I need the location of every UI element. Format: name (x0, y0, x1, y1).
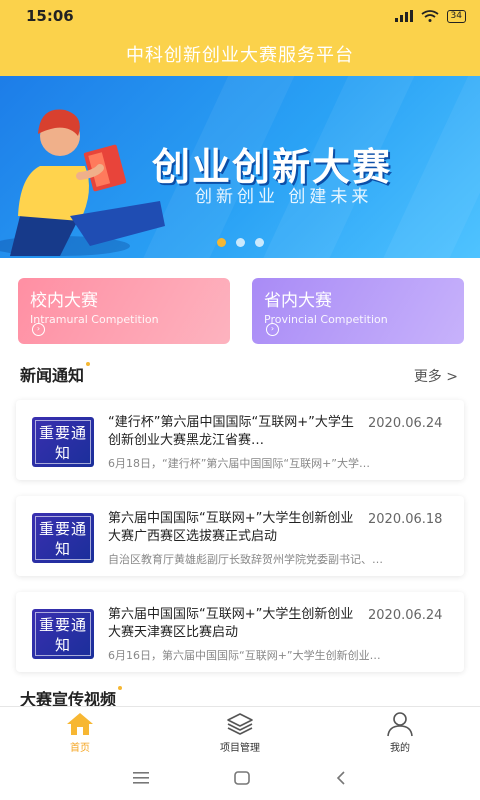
user-icon (387, 712, 413, 737)
back-icon[interactable] (334, 770, 348, 786)
tab-profile[interactable]: 我的 (320, 707, 480, 756)
arrow-circle-icon: › (266, 323, 279, 336)
news-item[interactable]: 重要通知 “建行杯”第六届中国国际“互联网+”大学生创新创业大赛黑龙江省赛… 2… (16, 400, 464, 480)
news-summary: 自治区教育厅黄雄彪副厅长致辞贺州学院党委副书记、… (108, 553, 383, 566)
tab-home[interactable]: 首页 (0, 707, 160, 756)
wifi-icon (421, 10, 439, 22)
badge-label: 重要通知 (35, 516, 91, 560)
news-title: 第六届中国国际“互联网+”大学生创新创业大赛广西赛区选拔赛正式启动 (108, 511, 354, 544)
banner-carousel[interactable]: 创业创新大赛 创新创业 创建未来 (0, 76, 480, 258)
status-time: 15:06 (26, 7, 74, 25)
competition-title: 省内大赛 (264, 291, 332, 311)
news-list: 重要通知 “建行杯”第六届中国国际“互联网+”大学生创新创业大赛黑龙江省赛… 2… (0, 386, 480, 672)
banner-subtitle: 创新创业 创建未来 (195, 187, 373, 207)
carousel-dot[interactable] (216, 238, 226, 247)
provincial-competition-card[interactable]: 省内大赛 Provincial Competition › (252, 278, 464, 344)
app-header: 中科创新创业大赛服务平台 (0, 32, 480, 76)
system-nav-bar (0, 756, 480, 800)
important-notice-badge: 重要通知 (32, 609, 94, 659)
video-section-title: 大赛宣传视频 (20, 686, 123, 706)
page-title: 中科创新创业大赛服务平台 (126, 45, 354, 66)
news-summary: 6月18日，“建行杯”第六届中国国际“互联网+”大学… (108, 457, 371, 470)
home-square-icon[interactable] (233, 770, 251, 786)
competition-cards: 校内大赛 Intramural Competition › 省内大赛 Provi… (0, 258, 480, 344)
news-item[interactable]: 重要通知 第六届中国国际“互联网+”大学生创新创业大赛天津赛区比赛启动 2020… (16, 592, 464, 672)
news-date: 2020.06.24 (368, 608, 443, 623)
news-section-title: 新闻通知 (20, 362, 91, 386)
tab-label: 我的 (390, 743, 410, 754)
news-title: 第六届中国国际“互联网+”大学生创新创业大赛天津赛区比赛启动 (108, 607, 354, 640)
important-notice-badge: 重要通知 (32, 513, 94, 563)
tab-project-management[interactable]: 项目管理 (160, 707, 320, 756)
status-bar: 15:06 34 (0, 0, 480, 32)
news-title: “建行杯”第六届中国国际“互联网+”大学生创新创业大赛黑龙江省赛… (108, 415, 354, 448)
competition-title: 校内大赛 (30, 291, 98, 311)
main-content: 校内大赛 Intramural Competition › 省内大赛 Provi… (0, 258, 480, 706)
signal-icon (394, 10, 413, 22)
layers-icon (227, 713, 253, 735)
tab-label: 项目管理 (220, 743, 260, 754)
important-notice-badge: 重要通知 (32, 417, 94, 467)
intramural-competition-card[interactable]: 校内大赛 Intramural Competition › (18, 278, 230, 344)
more-news-link[interactable]: 更多 > (414, 366, 458, 386)
news-item[interactable]: 重要通知 第六届中国国际“互联网+”大学生创新创业大赛广西赛区选拔赛正式启动 2… (16, 496, 464, 576)
competition-subtitle: Intramural Competition (30, 313, 159, 326)
tab-label: 首页 (70, 743, 90, 754)
battery-icon: 34 (446, 9, 466, 23)
badge-label: 重要通知 (35, 420, 91, 464)
badge-label: 重要通知 (35, 612, 91, 656)
carousel-dots (0, 238, 480, 247)
news-summary: 6月16日，第六届中国国际“互联网+”大学生创新创业… (108, 649, 381, 662)
home-icon (67, 713, 93, 735)
news-date: 2020.06.24 (368, 416, 443, 431)
carousel-dot[interactable] (235, 238, 245, 247)
status-icons: 34 (394, 9, 466, 23)
arrow-circle-icon: › (32, 323, 45, 336)
bottom-tab-bar: 首页 项目管理 我的 (0, 706, 480, 756)
menu-icon[interactable] (132, 771, 150, 785)
news-section-header: 新闻通知 更多 > (0, 362, 480, 386)
news-date: 2020.06.18 (368, 512, 443, 527)
competition-subtitle: Provincial Competition (264, 313, 388, 326)
carousel-dot[interactable] (254, 238, 264, 247)
